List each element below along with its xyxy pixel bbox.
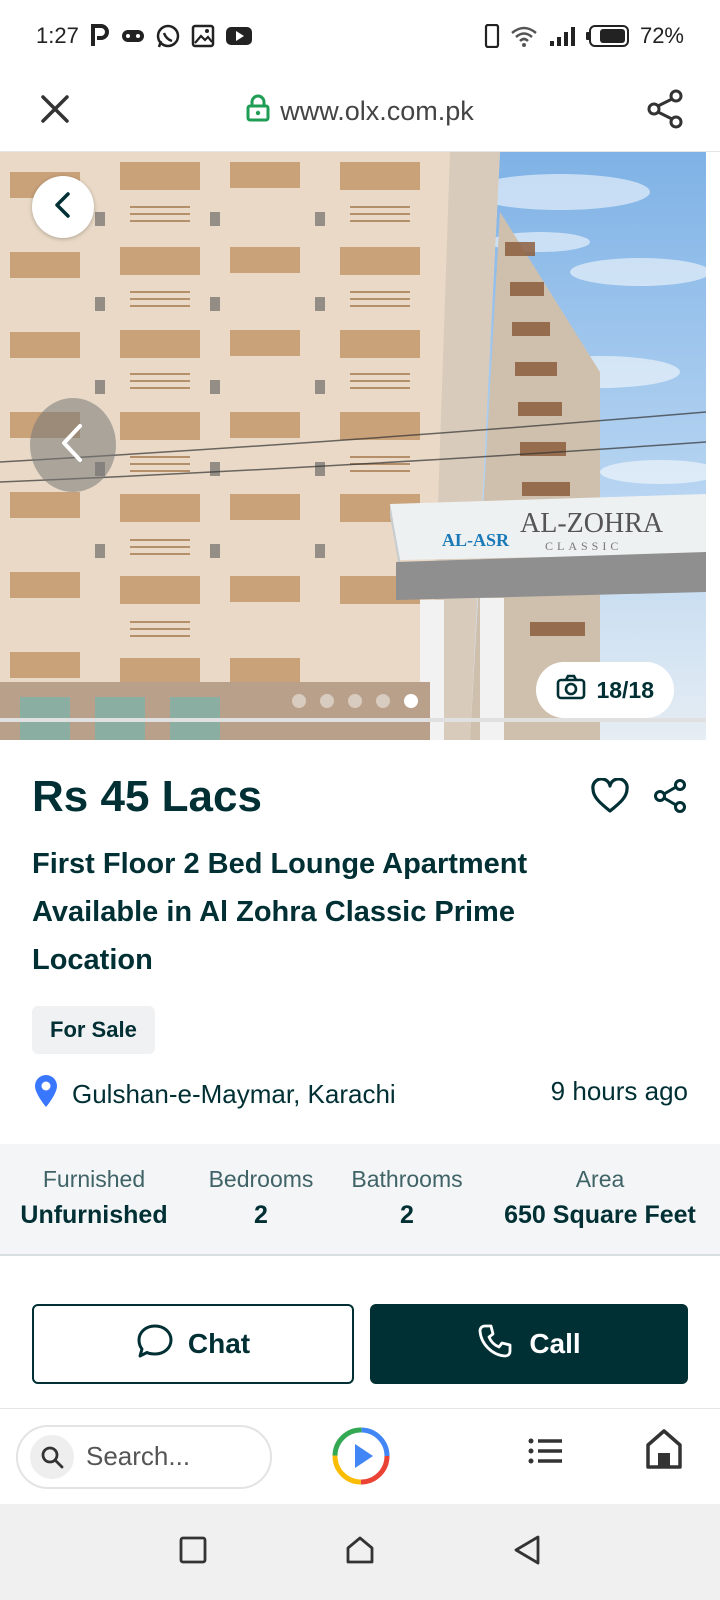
heart-icon xyxy=(591,777,629,813)
gallery-dot[interactable] xyxy=(404,694,418,708)
close-icon xyxy=(39,93,71,130)
status-left: 1:27 xyxy=(36,23,253,49)
listing-title: First Floor 2 Bed Lounge Apartment Avail… xyxy=(32,840,592,984)
share-icon xyxy=(654,779,686,813)
contact-actions: Chat Call xyxy=(32,1304,688,1384)
location-pin-icon xyxy=(32,1074,60,1115)
share-page-button[interactable] xyxy=(634,81,696,143)
spec-value: 2 xyxy=(400,1201,414,1229)
title-line: Location xyxy=(32,944,153,976)
home-nav-icon[interactable] xyxy=(344,1534,376,1571)
spec-value: 650 Square Feet xyxy=(504,1201,696,1229)
signal-icon xyxy=(548,25,576,47)
camera-icon xyxy=(556,674,586,706)
browser-bottom-toolbar xyxy=(0,1408,720,1504)
spec-furnished: Furnished Unfurnished xyxy=(18,1166,170,1230)
battery-percent: 72% xyxy=(639,23,684,48)
phone-call-icon xyxy=(477,1323,513,1366)
listing-actions xyxy=(590,777,688,819)
spec-value: Unfurnished xyxy=(20,1201,168,1229)
spec-bedrooms: Bedrooms 2 xyxy=(196,1166,326,1230)
youtube-icon xyxy=(225,25,253,47)
gallery-dot[interactable] xyxy=(292,694,306,708)
gallery-dots xyxy=(292,694,418,708)
search-bar[interactable] xyxy=(16,1424,272,1489)
gallery-dot[interactable] xyxy=(376,694,390,708)
status-time: 1:27 xyxy=(36,23,79,48)
p-icon xyxy=(89,24,111,48)
play-icon[interactable] xyxy=(330,1425,392,1487)
spec-area: Area 650 Square Feet xyxy=(494,1166,706,1230)
wifi-icon xyxy=(510,25,538,47)
chat-bubble-icon xyxy=(136,1323,174,1366)
search-input[interactable] xyxy=(86,1441,256,1472)
gamepad-icon xyxy=(121,27,145,45)
share-icon xyxy=(645,89,685,134)
phone-icon xyxy=(484,24,500,48)
chevron-left-icon xyxy=(51,191,75,224)
title-line: First Floor 2 Bed Lounge Apartment xyxy=(32,848,528,880)
gallery-dot[interactable] xyxy=(320,694,334,708)
chat-button-label: Chat xyxy=(187,1328,251,1359)
listing-price: Rs 45 Lacs xyxy=(32,772,262,821)
url-text: www.olx.com.pk xyxy=(280,96,474,126)
call-button[interactable]: Call xyxy=(370,1304,688,1384)
listing-image-gallery[interactable]: AL-ASR AL-ZOHRA CLASSIC 18/18 xyxy=(0,152,706,740)
title-line: Available in Al Zohra Classic Prime xyxy=(32,896,515,928)
image-counter-text: 18/18 xyxy=(596,676,654,703)
recent-apps-icon[interactable] xyxy=(178,1535,208,1570)
sign-logo-text: AL-ASR xyxy=(442,530,510,550)
call-button-label: Call xyxy=(529,1328,581,1359)
whatsapp-icon xyxy=(155,23,181,49)
listing-type-badge: For Sale xyxy=(32,1006,155,1054)
listing-location[interactable]: Gulshan-e-Maymar, Karachi xyxy=(32,1074,396,1115)
back-nav-icon[interactable] xyxy=(512,1534,542,1571)
spec-label: Bedrooms xyxy=(208,1166,314,1192)
back-button[interactable] xyxy=(32,176,94,238)
chevron-left-icon xyxy=(58,423,88,468)
battery-icon xyxy=(585,24,630,48)
specs-strip: Furnished Unfurnished Bedrooms 2 Bathroo… xyxy=(0,1144,720,1256)
lock-icon xyxy=(246,94,270,129)
gallery-icon xyxy=(191,24,215,48)
system-nav-bar xyxy=(0,1504,720,1600)
browser-bar: www.olx.com.pk xyxy=(0,72,720,152)
favorite-button[interactable] xyxy=(590,777,630,819)
home-icon[interactable] xyxy=(644,1427,684,1476)
status-right: 72% xyxy=(484,23,684,49)
sign-text: AL-ZOHRA xyxy=(520,508,664,539)
tabs-list-icon[interactable] xyxy=(526,1431,566,1476)
share-listing-button[interactable] xyxy=(652,778,688,819)
spec-bathrooms: Bathrooms 2 xyxy=(342,1166,472,1230)
location-text: Gulshan-e-Maymar, Karachi xyxy=(72,1079,396,1109)
image-counter[interactable]: 18/18 xyxy=(536,662,674,718)
previous-image-button[interactable] xyxy=(30,398,116,492)
url-bar[interactable]: www.olx.com.pk xyxy=(86,94,634,129)
spec-label: Furnished xyxy=(42,1166,146,1192)
search-icon xyxy=(30,1434,74,1479)
spec-label: Area xyxy=(575,1166,625,1192)
posted-time: 9 hours ago xyxy=(550,1076,688,1106)
close-tab-button[interactable] xyxy=(24,81,86,143)
status-bar: 1:27 72% xyxy=(0,0,720,72)
sign-subtext: CLASSIC xyxy=(545,539,622,553)
chat-button[interactable]: Chat xyxy=(32,1304,354,1384)
gallery-dot[interactable] xyxy=(348,694,362,708)
spec-label: Bathrooms xyxy=(351,1166,463,1192)
spec-value: 2 xyxy=(254,1201,268,1229)
